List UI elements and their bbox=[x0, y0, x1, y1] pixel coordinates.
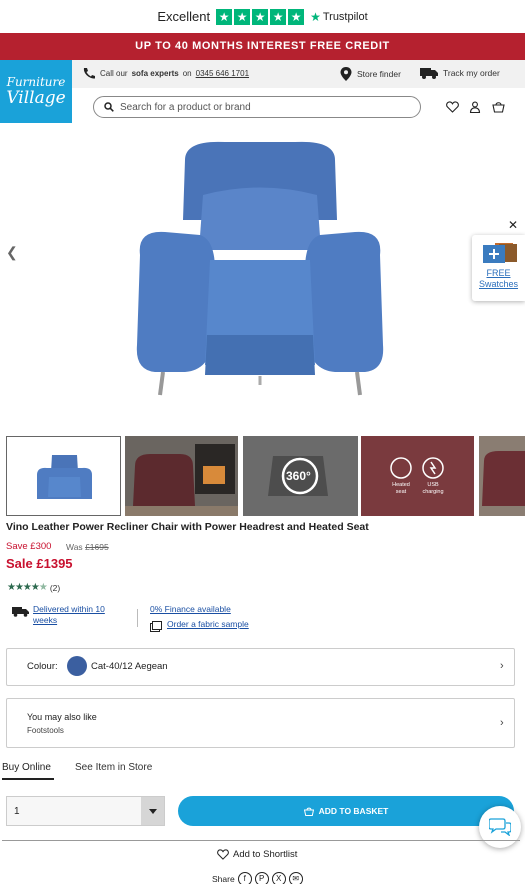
trustpilot-logo: ★ Trustpilot bbox=[310, 9, 368, 24]
sale-price: Sale £1395 bbox=[6, 556, 73, 571]
basket-icon bbox=[303, 807, 314, 816]
colour-swatch bbox=[67, 656, 87, 676]
tab-buy-online[interactable]: Buy Online bbox=[2, 762, 51, 773]
search-icon bbox=[104, 102, 114, 112]
fabric-sample-icon bbox=[150, 619, 162, 637]
wishlist-heart-icon[interactable] bbox=[445, 100, 459, 114]
account-user-icon[interactable] bbox=[468, 100, 482, 114]
track-order-label: Track my order bbox=[443, 68, 500, 78]
rating-summary[interactable]: ★★★★★ (2) bbox=[7, 582, 60, 593]
truck-icon bbox=[420, 68, 438, 79]
colour-value: Cat-40/12 Aegean bbox=[91, 661, 168, 672]
site-logo[interactable]: Furniture Village bbox=[0, 60, 72, 123]
tab-see-in-store[interactable]: See Item in Store bbox=[75, 762, 152, 773]
location-pin-icon bbox=[340, 67, 352, 81]
delivery-truck-icon bbox=[12, 604, 29, 622]
close-icon[interactable]: ✕ bbox=[508, 218, 518, 232]
chat-bubble-icon[interactable] bbox=[479, 806, 521, 848]
free-swatches-label: FREE Swatches bbox=[478, 268, 519, 289]
x-twitter-icon[interactable]: X bbox=[271, 872, 286, 884]
star-icon: ★ bbox=[252, 8, 269, 25]
shortlist-label: Add to Shortlist bbox=[233, 849, 298, 860]
finance-link[interactable]: 0% Finance available bbox=[150, 604, 231, 615]
call-prefix: Call our bbox=[100, 68, 128, 78]
promo-banner[interactable]: UP TO 40 MONTHS INTEREST FREE CREDIT bbox=[0, 33, 525, 60]
delivery-info-link[interactable]: Delivered within 10 weeks bbox=[33, 604, 105, 626]
pinterest-icon[interactable]: P bbox=[254, 872, 269, 884]
call-on: on bbox=[182, 68, 192, 78]
quantity-value: 1 bbox=[14, 805, 20, 817]
gallery-thumbnail[interactable] bbox=[125, 436, 238, 516]
call-experts: Call our sofa experts on 0345 646 1701 bbox=[82, 67, 249, 79]
logo-text-line2: Village bbox=[6, 88, 66, 108]
phone-icon bbox=[83, 68, 95, 79]
phone-number-link[interactable]: 0345 646 1701 bbox=[196, 69, 249, 78]
basket-icon[interactable] bbox=[491, 100, 505, 114]
tab-active-underline bbox=[2, 778, 54, 780]
store-finder-label: Store finder bbox=[357, 69, 401, 79]
gallery-thumbnail[interactable] bbox=[479, 436, 525, 516]
heart-icon bbox=[217, 849, 229, 860]
facebook-icon[interactable]: f bbox=[237, 872, 252, 884]
store-finder-link[interactable]: Store finder bbox=[340, 67, 401, 81]
call-bold: sofa experts bbox=[131, 68, 179, 78]
chevron-right-icon: › bbox=[500, 660, 504, 672]
share-row: Share f P X ✉ bbox=[212, 872, 303, 884]
quantity-select[interactable]: 1 bbox=[6, 796, 165, 826]
ymal-subtitle: Footstools bbox=[27, 726, 64, 735]
you-may-also-like-panel[interactable] bbox=[6, 698, 515, 748]
fabric-sample-link[interactable]: Order a fabric sample bbox=[167, 619, 249, 630]
info-divider bbox=[137, 609, 138, 627]
product-main-image[interactable] bbox=[125, 140, 395, 400]
add-to-basket-button[interactable]: ADD TO BASKET bbox=[178, 796, 514, 826]
add-to-basket-label: ADD TO BASKET bbox=[318, 806, 389, 816]
chevron-right-icon: › bbox=[500, 717, 504, 729]
star-icon: ★ bbox=[216, 8, 233, 25]
usb-charging-label: USB charging bbox=[422, 482, 444, 495]
email-icon[interactable]: ✉ bbox=[288, 872, 303, 884]
dropdown-arrow-icon[interactable] bbox=[141, 797, 164, 825]
free-swatches-widget[interactable]: FREE Swatches bbox=[472, 235, 525, 301]
star-icon: ★ bbox=[288, 8, 305, 25]
colour-label: Colour: bbox=[27, 661, 58, 672]
ymal-title: You may also like bbox=[27, 712, 97, 722]
thumb-360-label: 360° bbox=[286, 469, 311, 483]
section-divider bbox=[2, 840, 520, 841]
fabric-swatch-icon bbox=[482, 243, 517, 263]
add-to-shortlist-button[interactable]: Add to Shortlist bbox=[217, 849, 297, 860]
trustpilot-stars: ★ ★ ★ ★ ★ bbox=[216, 8, 305, 25]
gallery-prev-chevron-icon[interactable]: ❮ bbox=[6, 244, 18, 261]
trustpilot-bar[interactable]: Excellent ★ ★ ★ ★ ★ ★ Trustpilot bbox=[0, 0, 525, 33]
heated-seat-label: Heated seat bbox=[392, 482, 410, 495]
save-amount: Save £300 bbox=[6, 541, 52, 552]
trustpilot-rating-word: Excellent bbox=[157, 9, 211, 24]
gallery-thumbnail[interactable] bbox=[6, 436, 121, 516]
rating-stars: ★★★★★ bbox=[7, 582, 48, 593]
star-icon: ★ bbox=[234, 8, 251, 25]
review-count: (2) bbox=[49, 582, 61, 593]
gallery-thumbnail-360[interactable]: 360° bbox=[243, 436, 358, 516]
gallery-thumbnail[interactable]: Heated seat USB charging bbox=[361, 436, 474, 516]
search-input[interactable] bbox=[120, 101, 400, 113]
was-price: Was £1695 bbox=[66, 542, 109, 552]
product-title: Vino Leather Power Recliner Chair with P… bbox=[6, 521, 369, 533]
star-icon: ★ bbox=[270, 8, 287, 25]
share-label: Share bbox=[212, 874, 235, 884]
search-bar[interactable] bbox=[93, 96, 421, 118]
track-order-link[interactable]: Track my order bbox=[420, 67, 500, 79]
